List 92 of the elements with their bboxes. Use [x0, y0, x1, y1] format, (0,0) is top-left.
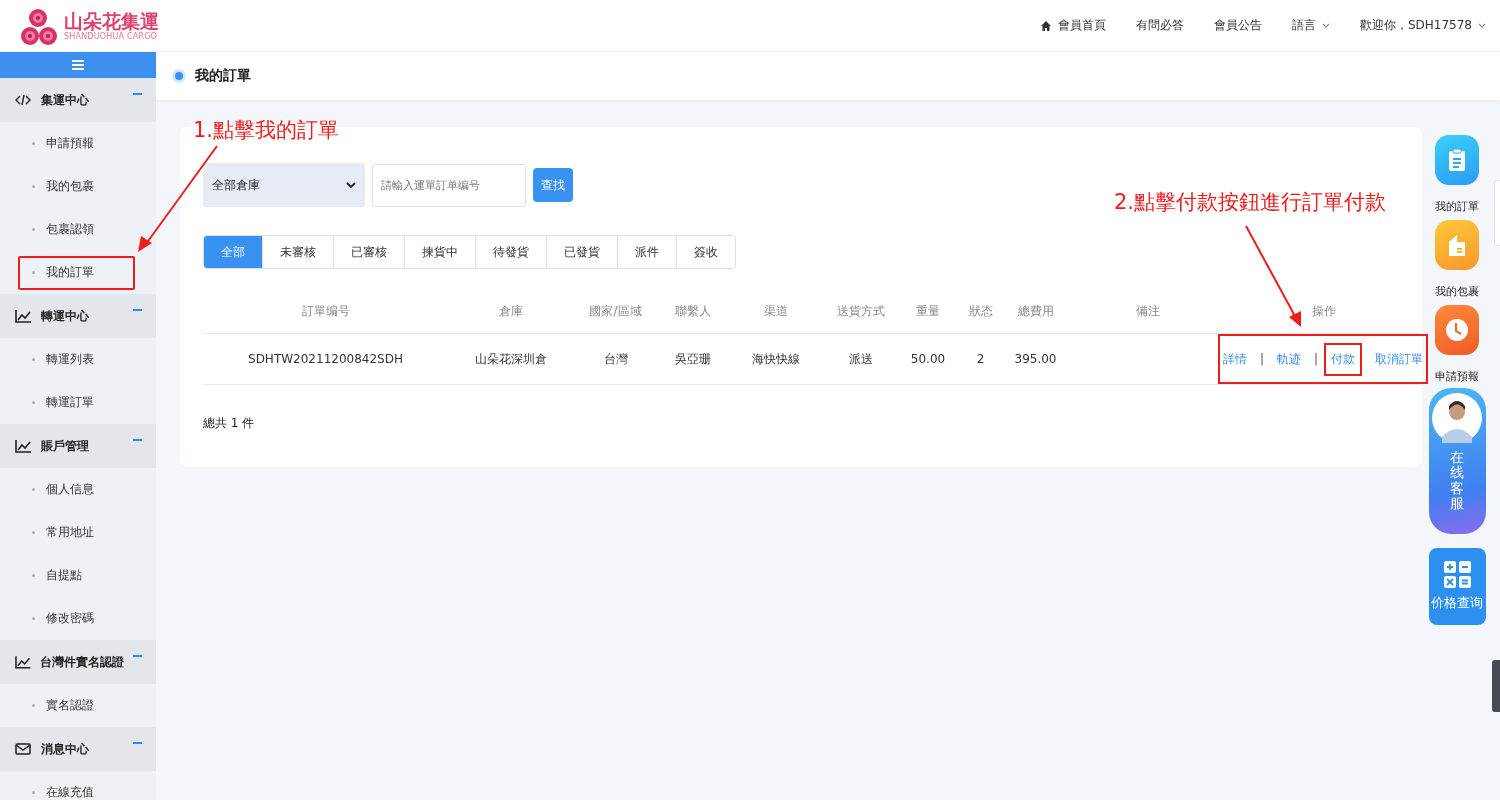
separator: |	[1259, 352, 1264, 366]
table-cell: 吳亞珊	[675, 351, 711, 366]
warehouse-select[interactable]: 全部倉庫	[203, 163, 365, 207]
bullet-icon	[32, 358, 35, 361]
bullet-icon	[32, 617, 35, 620]
table-cell: 海快快線	[751, 351, 800, 366]
sidebar-item[interactable]: 自提點	[18, 558, 135, 593]
sidebar-group[interactable]: 集運中心	[0, 78, 156, 122]
mail-icon	[15, 742, 32, 756]
sidebar-group[interactable]: 賬戶管理	[0, 424, 156, 468]
customer-service-button[interactable]: 在线客服	[1428, 388, 1486, 534]
table-cell: 山朵花深圳倉	[474, 351, 547, 366]
sidebar-group[interactable]: 台灣件實名認證	[0, 640, 156, 684]
sidebar-item[interactable]: 常用地址	[18, 515, 135, 550]
nav-link[interactable]: 會員公告	[1213, 17, 1262, 34]
separator: |	[1314, 352, 1319, 366]
home-icon	[1039, 19, 1052, 32]
action-link[interactable]: 取消訂單	[1368, 342, 1431, 376]
logo-subtitle: SHANDUOHUA CARGO	[64, 32, 159, 41]
column-header: 操作	[1312, 303, 1336, 318]
sidebar-item[interactable]: 實名認證	[18, 688, 135, 723]
sidebar-item[interactable]: 個人信息	[18, 472, 135, 507]
code-icon	[15, 93, 32, 107]
column-header: 重量	[916, 303, 940, 318]
annotation-text: 1.點擊我的訂單	[193, 117, 340, 144]
column-header: 國家/區域	[589, 303, 642, 318]
bullet-icon	[32, 185, 35, 188]
column-header: 備注	[1136, 303, 1160, 318]
sidebar-item[interactable]: 轉運列表	[18, 342, 135, 377]
sidebar-item[interactable]: 申請預報	[18, 126, 135, 161]
chevron-down-icon	[1321, 22, 1330, 29]
status-tab[interactable]: 簽收	[676, 236, 735, 268]
calculator-icon	[1443, 561, 1471, 588]
bullet-icon	[32, 271, 35, 274]
column-header: 倉庫	[498, 303, 523, 318]
bullet-icon	[32, 574, 35, 577]
table-cell: SDHTW20211200842SDH	[248, 352, 403, 366]
sidebar-group[interactable]: 消息中心	[0, 727, 156, 771]
logo-title: 山朵花集運	[64, 10, 159, 32]
menu-icon	[72, 60, 84, 70]
table-cell: 50.00	[910, 352, 946, 366]
shortcut-button[interactable]	[1435, 220, 1479, 270]
table-cell: 2	[976, 352, 985, 366]
action-link[interactable]: 軌迹	[1270, 342, 1308, 376]
chevron-down-icon	[1478, 22, 1486, 29]
bullet-icon	[32, 791, 35, 794]
bullet-icon	[32, 531, 35, 534]
bullet-icon	[32, 704, 35, 707]
sidebar-group[interactable]: 轉運中心	[0, 294, 156, 338]
sidebar-item[interactable]: 修改密碼	[18, 601, 135, 636]
side-widget[interactable]	[1492, 660, 1500, 712]
dropdown-menu[interactable]: 語言	[1291, 17, 1330, 34]
search-field[interactable]: 請輸入運單訂单编号	[372, 163, 526, 207]
action-link[interactable]: 付款	[1324, 342, 1363, 376]
nav-link[interactable]: 會員首頁	[1039, 17, 1106, 34]
total-count: 總共 1 件	[203, 415, 256, 432]
clock-icon	[1444, 317, 1470, 343]
table-cell: 台灣	[603, 351, 628, 366]
column-header: 聯繫人	[675, 303, 711, 318]
line-chart-icon	[15, 655, 32, 669]
sidebar-item[interactable]: 我的包裹	[18, 169, 135, 204]
sidebar-item[interactable]: 轉運訂單	[18, 385, 135, 420]
annotation-text: 2.點擊付款按鈕進行訂單付款	[1114, 189, 1387, 216]
bullet-icon	[32, 142, 35, 145]
sidebar-item[interactable]: 包裹認領	[18, 212, 135, 247]
column-header: 訂單编号	[301, 303, 350, 318]
bullet-icon	[175, 72, 183, 80]
chevron-down-icon	[346, 181, 356, 189]
bullet-icon	[32, 488, 35, 491]
page-title: 我的訂單	[195, 67, 251, 85]
shortcut-button[interactable]	[1435, 135, 1479, 185]
column-header: 狀态	[968, 303, 993, 318]
shortcut-button[interactable]	[1435, 305, 1479, 355]
action-link[interactable]: 詳情	[1215, 342, 1254, 376]
nav-link[interactable]: 有問必答	[1135, 17, 1184, 34]
shortcut-label: 申請預報	[1435, 369, 1479, 384]
table-cell: 395.00	[1014, 352, 1057, 366]
column-header: 渠道	[763, 303, 788, 318]
bullet-icon	[32, 401, 35, 404]
column-header: 送貨方式	[836, 303, 885, 318]
sidebar-item[interactable]: 在線充值	[18, 775, 135, 800]
dropdown-menu[interactable]: 歡迎你，SDH17578	[1359, 17, 1486, 34]
shortcut-label: 我的訂單	[1435, 199, 1479, 214]
sidebar-item[interactable]: 我的訂單	[18, 255, 135, 290]
shortcut-label: 我的包裹	[1435, 284, 1479, 299]
avatar-icon	[1432, 393, 1482, 443]
menu-toggle-button[interactable]	[0, 52, 156, 78]
table-cell: 派送	[848, 351, 873, 366]
line-chart-icon	[15, 309, 32, 323]
column-header: 總費用	[1017, 303, 1054, 318]
line-chart-icon	[15, 439, 32, 453]
bullet-icon	[32, 228, 35, 231]
